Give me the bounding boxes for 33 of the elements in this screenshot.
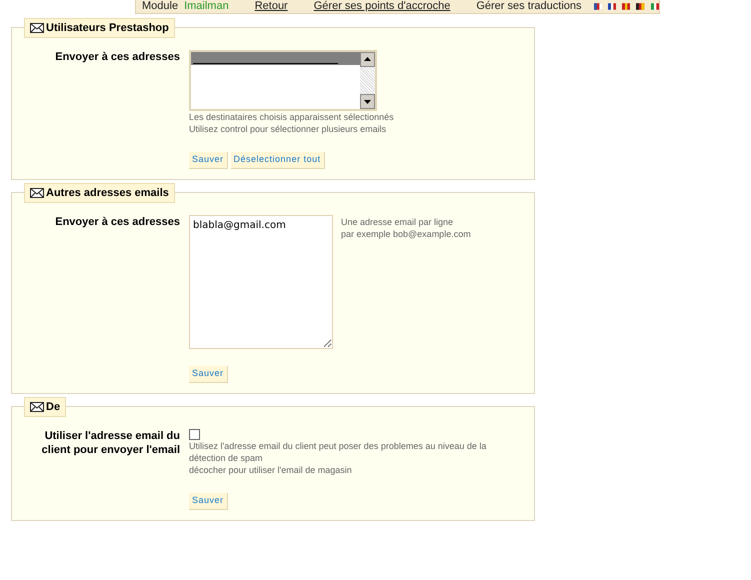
module-name: Imailman bbox=[184, 0, 229, 13]
field-label: Envoyer à ces adresses bbox=[54, 215, 181, 230]
hint-text: Utilisez control pour sélectionner plusieurs emails bbox=[189, 123, 388, 135]
section-legend: Utilisateurs Prestashop bbox=[24, 18, 175, 38]
flag-icon[interactable] bbox=[594, 1, 602, 12]
save-button[interactable]: Sauver bbox=[189, 366, 228, 383]
text-area[interactable]: blabla@gmail.com bbox=[189, 215, 333, 349]
scroll-up-icon[interactable] bbox=[360, 52, 375, 67]
save-button[interactable]: Sauver bbox=[189, 152, 228, 169]
hint-text: Les destinataires choisis apparaissent sélectionnés bbox=[189, 111, 395, 123]
translations-label: Gérer ses traductions bbox=[476, 0, 582, 13]
envelope-icon bbox=[30, 402, 44, 412]
section-legend: De bbox=[24, 397, 66, 417]
flag-icon[interactable] bbox=[636, 1, 645, 12]
checkbox[interactable] bbox=[189, 429, 200, 440]
list-box[interactable] bbox=[189, 50, 377, 111]
envelope-icon bbox=[30, 188, 44, 198]
save-button[interactable]: Déselectionner tout bbox=[230, 152, 325, 169]
hint-text: Une adresse email par ligne bbox=[341, 216, 454, 228]
hint-text: décocher pour utiliser l'email de magasin bbox=[189, 464, 353, 476]
envelope-icon bbox=[30, 23, 44, 33]
nav-link[interactable]: Retour bbox=[254, 0, 288, 13]
module-label: Module bbox=[142, 0, 178, 13]
save-button[interactable]: Sauver bbox=[189, 493, 228, 510]
flag-icon[interactable] bbox=[608, 1, 616, 12]
scrollbar[interactable] bbox=[360, 52, 375, 109]
section-legend: Autres adresses emails bbox=[24, 183, 175, 203]
hint-text: par exemple bob@example.com bbox=[341, 228, 471, 240]
field-label: Envoyer à ces adresses bbox=[54, 50, 181, 65]
field-label: Utiliser l'adresse email du client pour envoyer l'email bbox=[40, 429, 181, 458]
scroll-down-icon[interactable] bbox=[360, 94, 375, 109]
nav-link[interactable]: Gérer ses points d'accroche bbox=[314, 0, 450, 13]
list-option[interactable] bbox=[191, 52, 360, 65]
